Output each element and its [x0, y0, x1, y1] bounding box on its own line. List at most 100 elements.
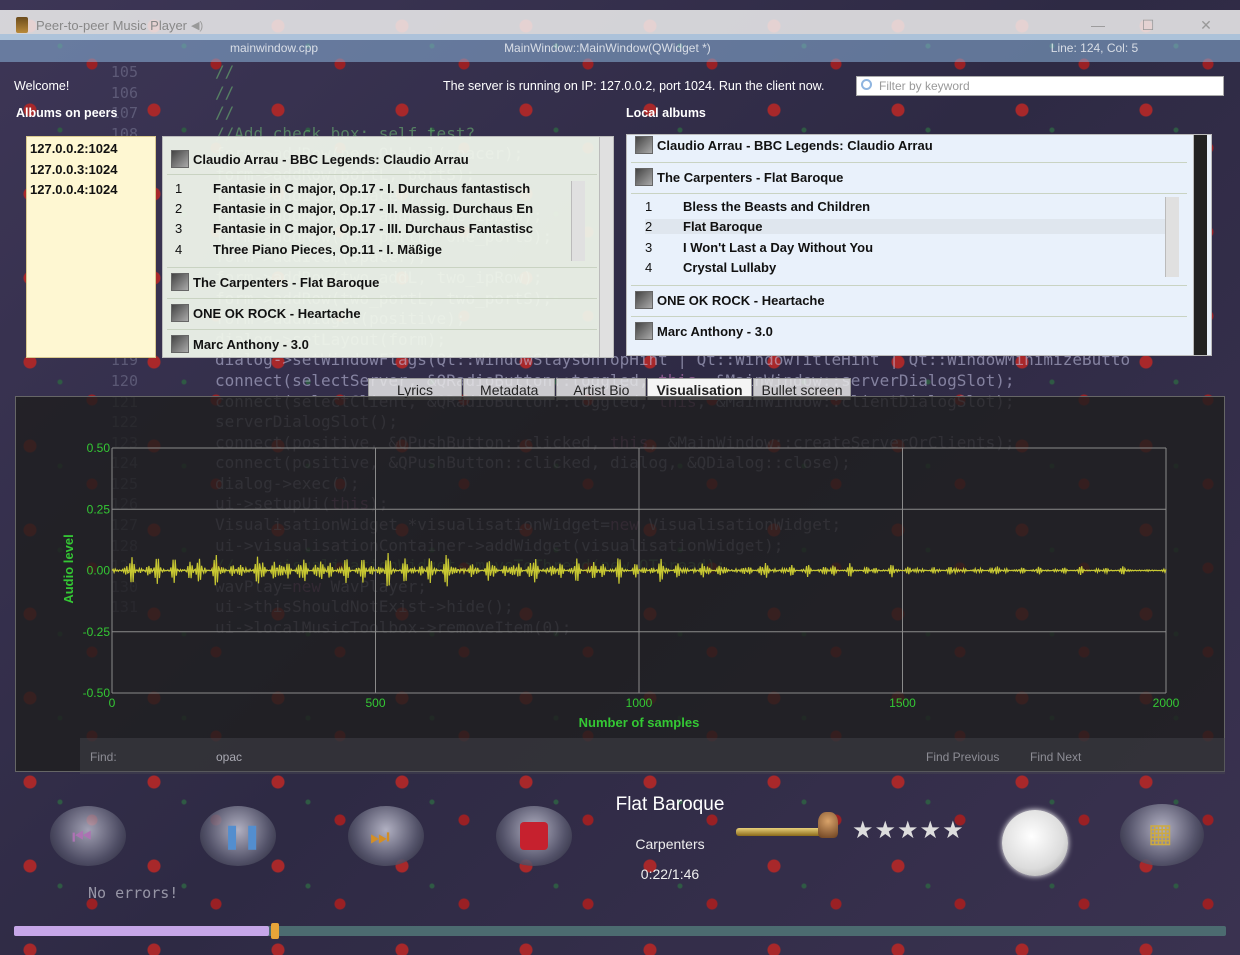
album-cover-icon [171, 304, 189, 322]
track-row[interactable]: 3 Fantasie in C major, Op.17 - III. Durch… [175, 221, 579, 236]
window-title: Peer-to-peer Music Player [36, 17, 187, 33]
album-header[interactable]: The Carpenters - Flat Baroque [171, 268, 379, 296]
welcome-label: Welcome! [14, 79, 70, 93]
track-row[interactable]: 1 Fantasie in C major, Op.17 - I. Durchau… [175, 181, 579, 196]
album-header[interactable]: Claudio Arrau - BBC Legends: Claudio Arr… [635, 135, 933, 159]
y-tick-label: 0.00 [87, 564, 111, 578]
filter-input[interactable]: Filter by keyword [856, 76, 1224, 96]
album-header[interactable]: Claudio Arrau - BBC Legends: Claudio Arr… [171, 145, 469, 173]
next-button[interactable]: ⏭ [348, 806, 424, 866]
track-number: 1 [175, 181, 183, 196]
album-cover-icon [171, 273, 189, 291]
y-tick-label: -0.50 [83, 686, 111, 700]
video-button[interactable]: ▦ [1120, 804, 1204, 866]
app-window: 105 106 107 108 109 110 111 112 113 114 … [0, 0, 1240, 955]
track-scrollbar[interactable] [1165, 197, 1179, 277]
album-title: The Carpenters - Flat Baroque [657, 169, 844, 185]
volume-slider[interactable] [736, 828, 826, 836]
y-tick-label: 0.50 [87, 441, 111, 455]
seek-bar[interactable] [14, 923, 1226, 939]
track-title: Crystal Lullaby [683, 260, 777, 275]
rating-stars[interactable]: ★★★★★ [852, 816, 965, 845]
previous-icon: ⏮ [72, 824, 92, 849]
next-icon: ⏭ [370, 824, 390, 849]
x-tick-label: 1000 [626, 696, 653, 710]
find-next: Find Next [1030, 750, 1082, 764]
album-header[interactable]: ONE OK ROCK - Heartache [171, 299, 361, 327]
album-title: The Carpenters - Flat Baroque [193, 274, 380, 290]
album-scrollbar[interactable] [599, 137, 613, 357]
track-row-selected[interactable]: 2 Flat Baroque [645, 219, 1165, 234]
peer-item[interactable]: 127.0.0.4:1024 [30, 180, 152, 201]
filter-placeholder: Filter by keyword [879, 79, 970, 93]
minimize-button[interactable]: — [1078, 14, 1118, 36]
track-title: Flat Baroque [683, 219, 763, 234]
seek-handle[interactable] [270, 923, 279, 939]
speaker-icon: ◀) [191, 19, 204, 32]
volume-knob[interactable] [818, 812, 838, 838]
album-cover-icon [171, 335, 189, 353]
track-number: 3 [175, 221, 183, 236]
seek-progress [14, 926, 269, 936]
track-number: 3 [645, 240, 653, 255]
pause-icon: ❚❚ [222, 823, 263, 850]
album-cover-icon [635, 322, 653, 340]
y-axis-label: Audio level [61, 534, 76, 603]
track-scrollbar[interactable] [571, 181, 585, 261]
x-tick-label: 500 [365, 696, 385, 710]
album-header[interactable]: The Carpenters - Flat Baroque [635, 163, 843, 191]
album-title: Claudio Arrau - BBC Legends: Claudio Arr… [657, 137, 933, 153]
track-row[interactable]: 2 Fantasie in C major, Op.17 - II. Massig… [175, 201, 579, 216]
divider [167, 174, 597, 175]
editor-file-name: mainwindow.cpp [230, 41, 319, 55]
y-tick-label: 0.25 [87, 502, 111, 516]
track-row[interactable]: 3 I Won't Last a Day Without You [645, 240, 1165, 255]
track-number: 4 [645, 260, 653, 275]
album-cover-icon [171, 150, 189, 168]
album-cover-icon [635, 291, 653, 309]
x-axis-label: Number of samples [579, 715, 700, 730]
track-title: Bless the Beasts and Children [683, 199, 871, 214]
album-title: Marc Anthony - 3.0 [193, 336, 309, 352]
track-row[interactable]: 4 Three Piano Pieces, Op.11 - I. Mäßige [175, 242, 579, 257]
track-title: Three Piano Pieces, Op.11 - I. Mäßige [213, 242, 443, 257]
editor-function-name: MainWindow::MainWindow(QWidget *) [504, 41, 711, 55]
peer-item[interactable]: 127.0.0.2:1024 [30, 139, 152, 160]
stop-icon [520, 822, 548, 850]
search-icon [861, 79, 872, 90]
album-header[interactable]: Marc Anthony - 3.0 [635, 317, 773, 345]
track-number: 2 [645, 219, 653, 234]
track-number: 4 [175, 242, 183, 257]
editor-errors: No errors! [88, 884, 179, 902]
now-playing-artist: Carpenters [635, 836, 705, 852]
bullet-toggle-button[interactable] [1002, 810, 1068, 876]
x-tick-label: 1500 [889, 696, 916, 710]
find-previous: Find Previous [926, 750, 1000, 764]
editor-line-col: Line: 124, Col: 5 [1050, 41, 1139, 55]
previous-button[interactable]: ⏮ [50, 806, 126, 866]
film-icon: ▦ [1148, 818, 1173, 848]
album-cover-icon [635, 168, 653, 186]
peer-item[interactable]: 127.0.0.3:1024 [30, 160, 152, 181]
background-editor-toolbar: mainwindow.cpp MainWindow::MainWindow(QW… [0, 34, 1240, 62]
album-title: ONE OK ROCK - Heartache [657, 292, 825, 308]
track-title: Fantasie in C major, Op.17 - I. Durchaus… [213, 181, 531, 196]
track-number: 1 [645, 199, 653, 214]
track-row[interactable]: 4 Crystal Lullaby [645, 260, 1165, 275]
album-title: Marc Anthony - 3.0 [657, 323, 773, 339]
waveform-chart: 0 500 1000 1500 20000.500.250.00-0.25-0.50 N… [61, 441, 1180, 730]
track-title: Fantasie in C major, Op.17 - II. Massig.… [213, 201, 534, 216]
album-cover-icon [635, 136, 653, 154]
chart-ticks: 0 500 1000 1500 20000.500.250.00-0.25-0.50 [83, 441, 1180, 710]
track-row[interactable]: 1 Bless the Beasts and Children [645, 199, 1165, 214]
peer-list: 127.0.0.2:1024 127.0.0.3:1024 127.0.0.4:… [26, 136, 156, 358]
server-status: The server is running on IP: 127.0.0.2, … [443, 79, 825, 93]
album-header[interactable]: ONE OK ROCK - Heartache [635, 286, 825, 314]
album-scrollbar[interactable] [1193, 135, 1207, 355]
close-button[interactable]: ✕ [1186, 14, 1226, 36]
album-header[interactable]: Marc Anthony - 3.0 [171, 330, 309, 357]
local-albums-label: Local albums [626, 106, 706, 120]
maximize-button[interactable]: ☐ [1128, 14, 1168, 36]
track-title: I Won't Last a Day Without You [683, 240, 874, 255]
pause-button[interactable]: ❚❚ [200, 806, 276, 866]
